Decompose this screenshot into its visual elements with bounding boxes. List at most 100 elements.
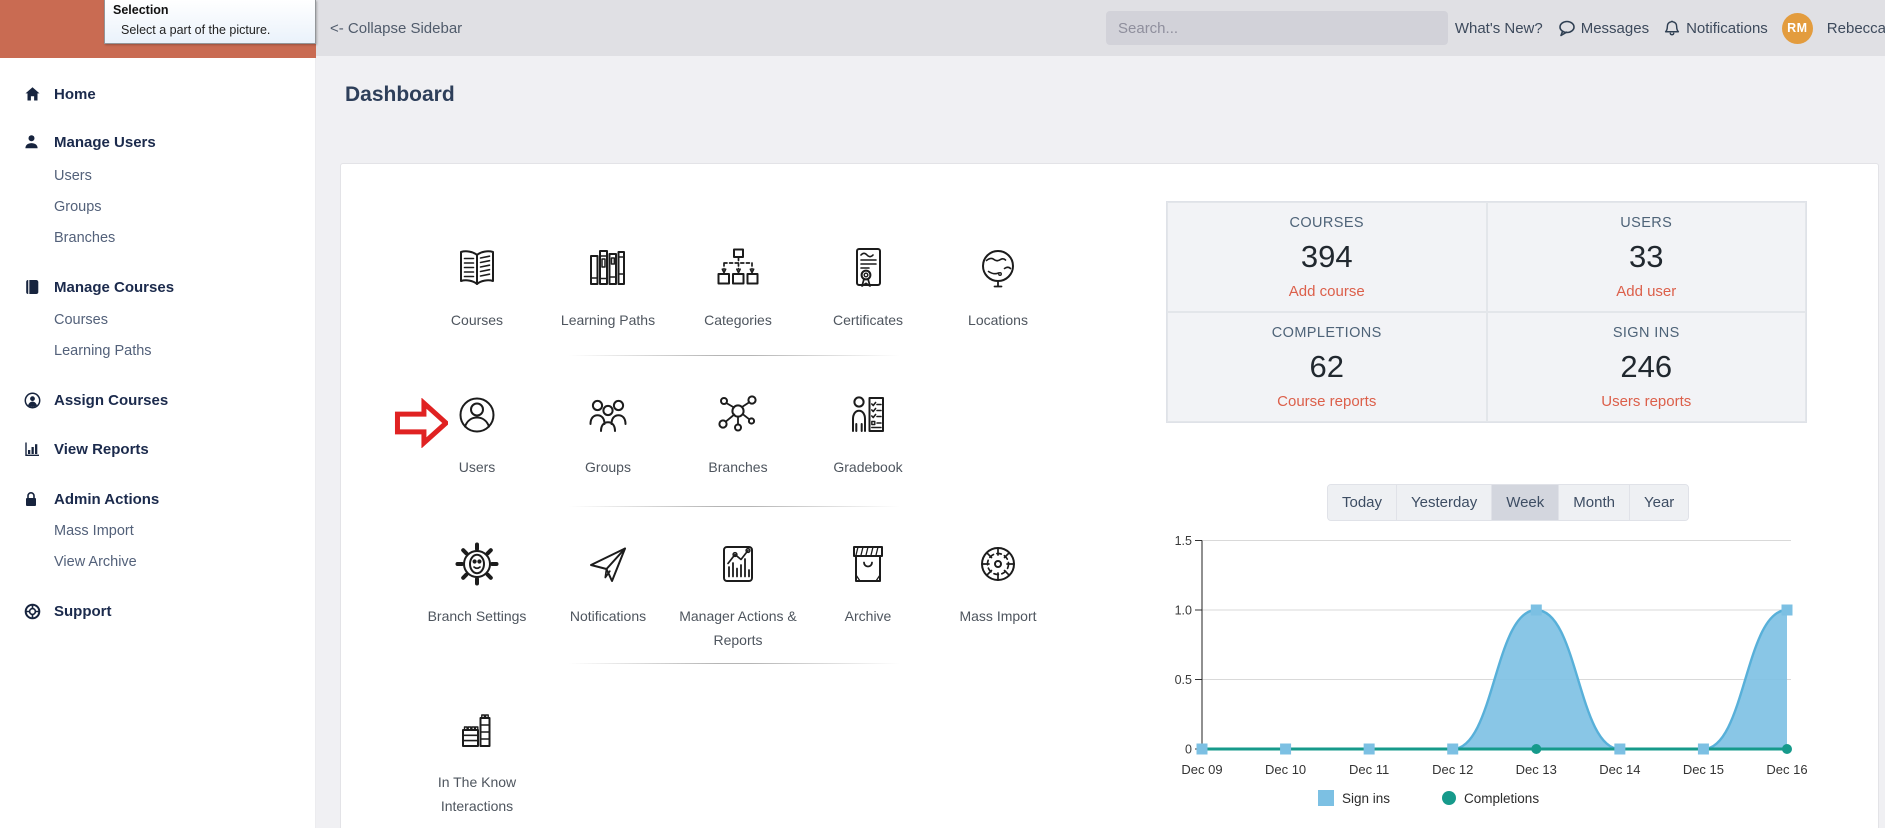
grid-item-label: Branches — [708, 459, 768, 475]
chart-legend: Sign ins Completions — [1318, 790, 1539, 806]
tab-week[interactable]: Week — [1492, 485, 1560, 520]
sidebar-item-support[interactable]: Support — [0, 596, 316, 626]
tab-today[interactable]: Today — [1328, 485, 1398, 520]
grid-item-groups[interactable]: Groups — [542, 391, 674, 480]
svg-text:Dec 16: Dec 16 — [1766, 762, 1807, 777]
users-group-icon — [584, 391, 632, 439]
row-divider — [568, 663, 900, 664]
bell-icon — [1663, 19, 1681, 38]
stat-courses: COURSES 394 Add course — [1167, 202, 1487, 312]
grid-item-mass-import[interactable]: Mass Import — [932, 540, 1064, 629]
sidebar-item-label: Mass Import — [54, 523, 134, 539]
sidebar-item-manage-users[interactable]: Manage Users — [0, 127, 316, 157]
svg-text:1.0: 1.0 — [1175, 604, 1192, 618]
legend-sign-ins: Sign ins — [1318, 790, 1390, 806]
add-course-link[interactable]: Add course — [1289, 283, 1365, 300]
search-input[interactable] — [1106, 11, 1448, 45]
network-icon — [714, 391, 762, 439]
grid-item-categories[interactable]: Categories — [672, 244, 804, 333]
grid-item-branches[interactable]: Branches — [672, 391, 804, 480]
messages-link[interactable]: Messages — [1557, 19, 1649, 37]
stat-label: COURSES — [1289, 214, 1364, 231]
category-tree-icon — [714, 244, 762, 292]
tab-year[interactable]: Year — [1629, 485, 1689, 520]
sidebar: Home Manage Users Users Groups Branches Manag… — [0, 56, 316, 828]
grid-item-in-the-know-interactions[interactable]: In The Know Interactions — [411, 706, 543, 819]
grid-item-label: In The Know Interactions — [437, 774, 517, 814]
sidebar-item-home[interactable]: Home — [0, 79, 316, 109]
red-arrow-grid-users — [394, 398, 448, 448]
stat-value: 246 — [1620, 348, 1673, 384]
chat-bubble-icon — [1557, 19, 1576, 37]
grid-item-label: Mass Import — [959, 608, 1037, 624]
signins-chart: 0 0.5 1.0 1.5 Dec 09 Dec 10 Dec 11 Dec 12 Dec 13… — [1160, 528, 1880, 788]
sidebar-item-view-archive[interactable]: View Archive — [0, 547, 316, 577]
tab-month[interactable]: Month — [1559, 485, 1630, 520]
legend-label: Sign ins — [1342, 790, 1391, 806]
user-icon — [24, 134, 44, 150]
sidebar-item-view-reports[interactable]: View Reports — [0, 434, 316, 464]
sidebar-item-label: Support — [54, 602, 112, 620]
sidebar-item-users[interactable]: Users — [0, 161, 316, 191]
stat-label: SIGN INS — [1612, 324, 1680, 341]
grid-item-label: Learning Paths — [560, 312, 656, 328]
gradebook-icon — [844, 391, 892, 439]
sidebar-item-mass-import[interactable]: Mass Import — [0, 516, 316, 546]
grid-item-notifications[interactable]: Notifications — [542, 540, 674, 629]
import-globe-icon — [974, 540, 1022, 588]
svg-text:Dec 12: Dec 12 — [1432, 762, 1473, 777]
archive-box-icon — [844, 540, 892, 588]
grid-item-archive[interactable]: Archive — [802, 540, 934, 629]
grid-item-locations[interactable]: Locations — [932, 244, 1064, 333]
svg-text:Dec 09: Dec 09 — [1181, 762, 1222, 777]
sidebar-item-label: Home — [54, 85, 96, 103]
sidebar-item-courses[interactable]: Courses — [0, 305, 316, 335]
course-reports-link[interactable]: Course reports — [1277, 393, 1376, 410]
completions-swatch-icon — [1442, 791, 1457, 805]
grid-item-gradebook[interactable]: Gradebook — [802, 391, 934, 480]
sidebar-item-groups[interactable]: Groups — [0, 192, 316, 222]
grid-item-label: Groups — [585, 459, 631, 475]
sidebar-item-branches[interactable]: Branches — [0, 223, 316, 253]
svg-text:1.5: 1.5 — [1175, 534, 1192, 548]
username[interactable]: Rebecca- — [1827, 20, 1885, 37]
topbar-right-cluster: What's New? Messages Notifications RM Re… — [1455, 0, 1885, 56]
svg-text:0.5: 0.5 — [1175, 673, 1192, 687]
home-icon — [24, 86, 44, 102]
user-circle-icon — [453, 391, 501, 439]
svg-text:Dec 15: Dec 15 — [1683, 762, 1724, 777]
chart-period-tabs: Today Yesterday Week Month Year — [1327, 484, 1690, 521]
lock-icon — [24, 491, 44, 507]
notifications-link[interactable]: Notifications — [1663, 19, 1768, 38]
snip-tooltip-title: Selection — [113, 3, 169, 17]
sidebar-item-label: Courses — [54, 312, 108, 328]
snip-tooltip-body: Select a part of the picture. — [121, 23, 271, 37]
chart-doc-icon — [714, 540, 762, 588]
grid-item-branch-settings[interactable]: Branch Settings — [411, 540, 543, 629]
collapse-sidebar-link[interactable]: <- Collapse Sidebar — [330, 0, 462, 56]
add-user-link[interactable]: Add user — [1616, 283, 1676, 300]
grid-item-learning-paths[interactable]: Learning Paths — [542, 244, 674, 333]
grid-item-label: Branch Settings — [427, 608, 527, 624]
tab-yesterday[interactable]: Yesterday — [1397, 485, 1493, 520]
sidebar-item-assign-courses[interactable]: Assign Courses — [0, 385, 316, 415]
svg-text:Dec 10: Dec 10 — [1265, 762, 1306, 777]
grid-item-certificates[interactable]: Certificates — [802, 244, 934, 333]
avatar[interactable]: RM — [1781, 12, 1813, 44]
whats-new-link[interactable]: What's New? — [1455, 20, 1543, 37]
stat-users: USERS 33 Add user — [1486, 202, 1806, 312]
dashboard-page: <- Collapse Sidebar What's New? Messages… — [0, 0, 1885, 828]
bricks-icon — [453, 706, 501, 754]
sidebar-item-learning-paths[interactable]: Learning Paths — [0, 336, 316, 366]
sidebar-item-label: Admin Actions — [54, 490, 160, 508]
stat-label: COMPLETIONS — [1271, 324, 1382, 341]
sidebar-item-label: View Archive — [54, 554, 137, 570]
grid-item-label: Locations — [968, 312, 1028, 328]
open-book-icon — [453, 244, 501, 292]
grid-item-courses[interactable]: Courses — [411, 244, 543, 333]
sidebar-item-manage-courses[interactable]: Manage Courses — [0, 272, 316, 302]
users-reports-link[interactable]: Users reports — [1601, 393, 1691, 410]
sidebar-item-admin-actions[interactable]: Admin Actions — [0, 484, 316, 514]
grid-item-manager-actions-reports[interactable]: Manager Actions & Reports — [672, 540, 804, 653]
svg-text:Dec 13: Dec 13 — [1516, 762, 1557, 777]
